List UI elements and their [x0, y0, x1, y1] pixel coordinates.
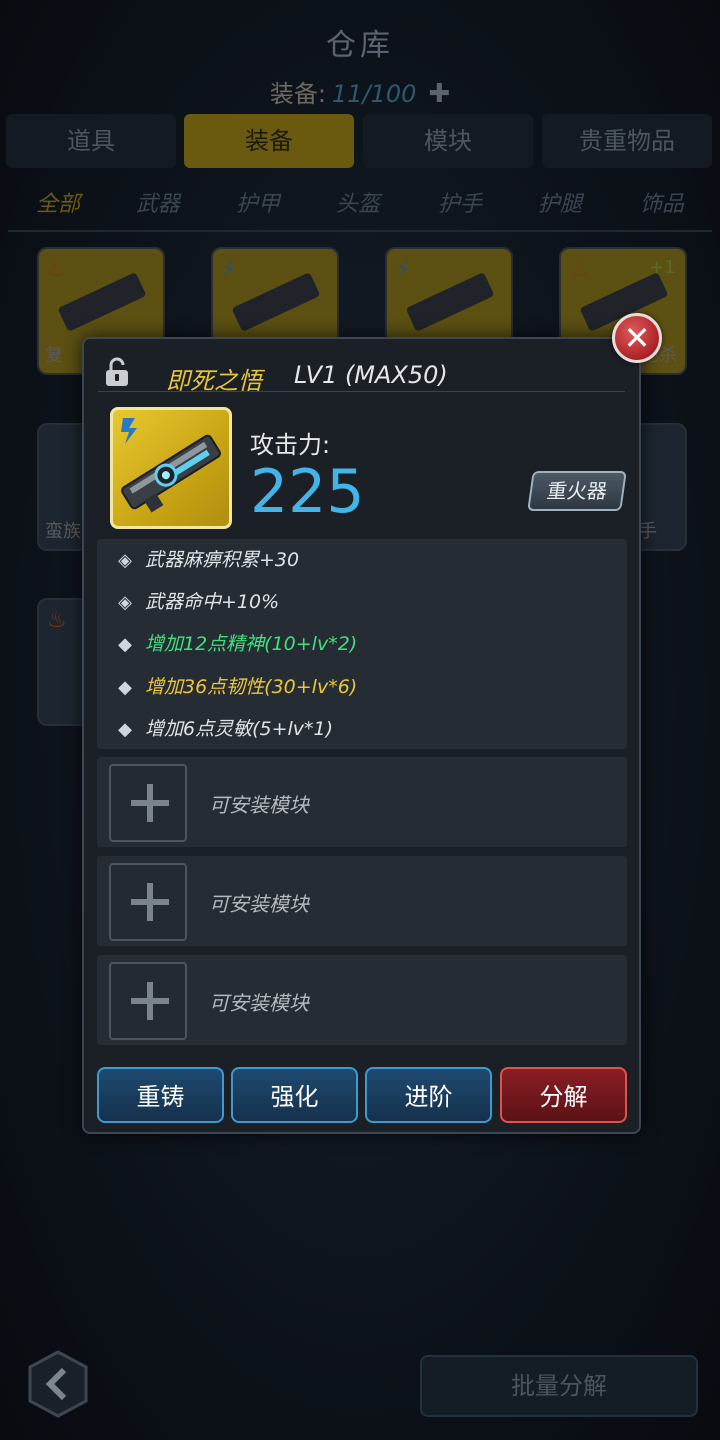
tab-modules[interactable]: 模块	[363, 114, 533, 168]
equipment-card-label: 手	[639, 521, 657, 542]
item-detail-dialog: 即死之悟 LV1 (MAX50) 攻击力: 225 重火器 ◈ 武器麻痹积累+30…	[82, 337, 641, 1134]
filter-tabs: 全部 武器 护甲 头盔 护手 护腿 饰品	[0, 186, 720, 222]
filter-weapon[interactable]: 武器	[108, 186, 208, 218]
equipment-count: 装备: 11/100 ✚	[0, 74, 720, 109]
stat-text: 增加6点灵敏(5+lv*1)	[145, 718, 334, 740]
stats-panel: ◈ 武器麻痹积累+30 ◈ 武器命中+10% ◆ 增加12点精神(10+lv*2) ◆…	[97, 539, 627, 749]
weapon-image	[231, 272, 321, 332]
lightning-element-icon	[121, 418, 137, 444]
filter-legs[interactable]: 护腿	[510, 186, 610, 218]
fire-element-icon: ♨	[47, 608, 67, 633]
filter-accessory[interactable]: 饰品	[612, 186, 712, 218]
add-module-icon[interactable]	[109, 962, 187, 1040]
unlocked-padlock-icon[interactable]	[104, 357, 130, 387]
stat-line: ◆ 增加6点灵敏(5+lv*1)	[115, 714, 333, 744]
target-diamond-icon: ◈	[118, 592, 132, 613]
equipment-card-label: 复	[45, 345, 63, 366]
item-icon	[110, 407, 232, 529]
back-chevron-icon[interactable]	[26, 1350, 90, 1418]
item-level: LV1 (MAX50)	[294, 361, 448, 389]
filter-divider	[8, 230, 712, 232]
advance-button[interactable]: 进阶	[365, 1067, 492, 1123]
diamond-icon: ◆	[118, 634, 132, 655]
enhance-button[interactable]: 强化	[231, 1067, 358, 1123]
stat-line: ◈ 武器麻痹积累+30	[115, 545, 299, 575]
module-slot-label: 可安装模块	[209, 991, 309, 1015]
diamond-icon: ◆	[118, 677, 132, 698]
filter-gloves[interactable]: 护手	[410, 186, 510, 218]
weapon-image	[121, 418, 221, 513]
module-slot[interactable]: 可安装模块	[97, 955, 627, 1045]
weapon-image	[57, 272, 147, 332]
recast-button[interactable]: 重铸	[97, 1067, 224, 1123]
fire-element-icon: ♨	[569, 257, 589, 282]
tab-valuables[interactable]: 贵重物品	[542, 114, 712, 168]
equipment-card-label: 蛮族	[45, 521, 81, 542]
module-slot[interactable]: 可安装模块	[97, 856, 627, 946]
weapon-image	[405, 272, 495, 332]
filter-armor[interactable]: 护甲	[208, 186, 308, 218]
page-title: 仓库	[326, 28, 394, 63]
add-module-icon[interactable]	[109, 764, 187, 842]
attack-value: 225	[250, 457, 365, 527]
filter-helmet[interactable]: 头盔	[308, 186, 408, 218]
weapon-class-badge: 重火器	[527, 471, 627, 511]
equipment-count-label: 装备:	[269, 80, 326, 108]
tab-equipment[interactable]: 装备	[184, 114, 354, 168]
module-slot[interactable]: 可安装模块	[97, 757, 627, 847]
close-icon[interactable]: ✕	[612, 313, 662, 363]
main-tabs: 道具 装备 模块 贵重物品	[6, 114, 714, 170]
lightning-element-icon: ⚡	[221, 257, 237, 282]
filter-all[interactable]: 全部	[8, 186, 108, 218]
stat-text: 武器命中+10%	[145, 591, 280, 613]
batch-dismantle-button[interactable]: 批量分解	[420, 1355, 698, 1417]
stat-text: 增加36点韧性(30+lv*6)	[145, 676, 358, 698]
diamond-icon: ◆	[118, 719, 132, 740]
fire-element-icon: ♨	[47, 257, 67, 282]
stat-line: ◆ 增加12点精神(10+lv*2)	[115, 629, 357, 659]
module-slot-label: 可安装模块	[209, 793, 309, 817]
tab-items[interactable]: 道具	[6, 114, 176, 168]
expand-plus-icon[interactable]: ✚	[428, 79, 450, 109]
equipment-count-value: 11/100	[331, 80, 417, 108]
dismantle-button[interactable]: 分解	[500, 1067, 627, 1123]
stat-text: 增加12点精神(10+lv*2)	[145, 633, 358, 655]
stat-text: 武器麻痹积累+30	[145, 549, 300, 571]
module-slot-label: 可安装模块	[209, 892, 309, 916]
header-divider	[98, 391, 625, 392]
stat-line: ◆ 增加36点韧性(30+lv*6)	[115, 672, 357, 702]
target-diamond-icon: ◈	[118, 550, 132, 571]
add-module-icon[interactable]	[109, 863, 187, 941]
stat-line: ◈ 武器命中+10%	[115, 587, 279, 617]
lightning-element-icon: ⚡	[395, 257, 411, 282]
attack-label: 攻击力:	[250, 431, 331, 459]
